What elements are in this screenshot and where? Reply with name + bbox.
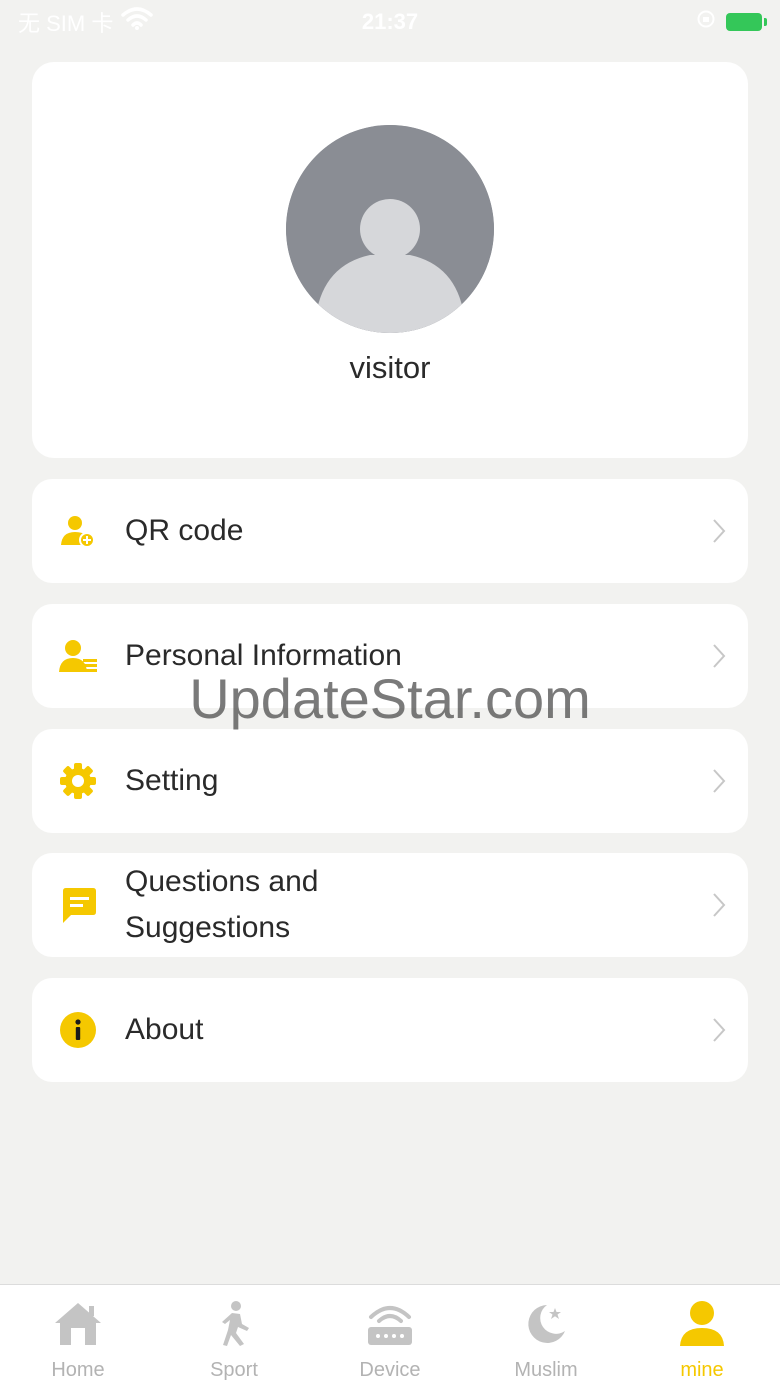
menu-item-label: Personal Information: [125, 639, 402, 672]
chevron-right-icon: [712, 1017, 726, 1043]
message-icon: [58, 885, 98, 925]
home-icon: [53, 1299, 103, 1349]
status-left: 无 SIM 卡: [18, 6, 154, 38]
status-bar: 无 SIM 卡 21:37: [0, 0, 780, 44]
tab-label: Sport: [210, 1359, 258, 1381]
menu-item-setting[interactable]: Setting: [32, 729, 748, 833]
add-user-icon: [58, 511, 98, 551]
info-icon: [58, 1010, 98, 1050]
menu-item-label: Questions and Suggestions: [125, 865, 319, 944]
menu-item-qr-code[interactable]: QR code: [32, 479, 748, 583]
battery-icon: [726, 13, 767, 31]
username: visitor: [349, 350, 431, 385]
carrier-label: 无 SIM 卡: [18, 11, 114, 36]
menu-item-label: About: [125, 1013, 204, 1046]
tab-label: Home: [51, 1359, 105, 1381]
person-icon: [677, 1299, 727, 1349]
menu-item-label: QR code: [125, 514, 244, 547]
profile-card: visitor: [32, 62, 748, 458]
menu-item-questions-and-suggestions[interactable]: Questions and Suggestions: [32, 853, 748, 957]
tab-home[interactable]: Home: [0, 1285, 156, 1387]
tab-bar: Home Sport Device Muslim mine: [0, 1284, 780, 1387]
tab-sport[interactable]: Sport: [156, 1285, 312, 1387]
gear-icon: [58, 761, 98, 801]
tab-device[interactable]: Device: [312, 1285, 468, 1387]
tab-muslim[interactable]: Muslim: [468, 1285, 624, 1387]
chevron-right-icon: [712, 768, 726, 794]
default-avatar-icon: [286, 125, 494, 333]
menu-item-personal-information[interactable]: Personal Information: [32, 604, 748, 708]
device-icon: [365, 1299, 415, 1349]
menu-item-label: Setting: [125, 764, 219, 797]
tab-mine[interactable]: mine: [624, 1285, 780, 1387]
avatar[interactable]: [286, 125, 494, 333]
tab-label: Device: [359, 1359, 421, 1381]
chevron-right-icon: [712, 643, 726, 669]
tab-label: mine: [680, 1359, 724, 1381]
chevron-right-icon: [712, 892, 726, 918]
id-card-icon: [58, 636, 98, 676]
orientation-lock-icon: [696, 9, 716, 35]
status-right: [696, 9, 767, 35]
tab-label: Muslim: [514, 1359, 578, 1381]
running-icon: [209, 1299, 259, 1349]
wifi-icon: [121, 7, 154, 37]
menu-item-about[interactable]: About: [32, 978, 748, 1082]
moon-icon: [521, 1299, 571, 1349]
chevron-right-icon: [712, 518, 726, 544]
